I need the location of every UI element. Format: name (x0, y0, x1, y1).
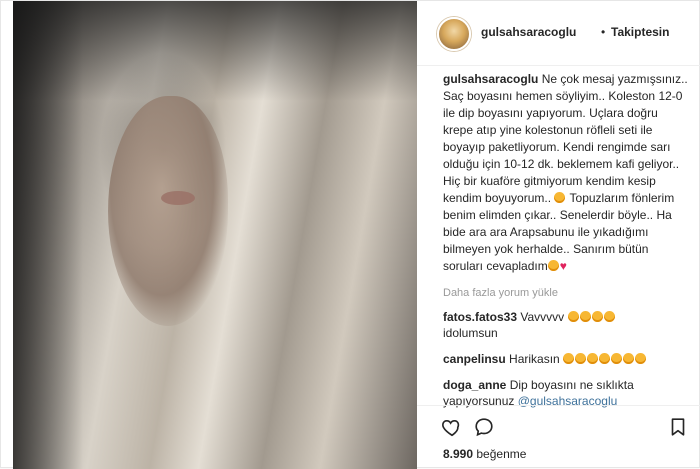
action-bar (417, 405, 700, 438)
comment-text-2: idolumsun (443, 326, 498, 340)
avatar[interactable] (437, 17, 471, 51)
likes-label: beğenme (476, 447, 527, 461)
comment-username[interactable]: canpelinsu (443, 352, 506, 366)
emoji-icon (554, 192, 566, 203)
emoji-icon (587, 353, 599, 364)
comment-username[interactable]: fatos.fatos33 (443, 310, 517, 324)
comment-text: Harikasın (509, 352, 560, 366)
bookmark-icon[interactable] (667, 416, 689, 438)
comment-item: canpelinsu Harikasın (443, 351, 689, 367)
heart-outline-icon[interactable] (441, 416, 463, 438)
emoji-icon (635, 353, 647, 364)
post-header: gulsahsaracoglu • Takiptesin (417, 1, 700, 66)
load-more-comments[interactable]: Daha fazla yorum yükle (443, 287, 689, 299)
caption-text: Ne çok mesaj yazmışsınız.. Saç boyasını … (443, 72, 688, 205)
emoji-icon (547, 260, 559, 271)
emoji-icon (623, 353, 635, 364)
photo-left-shadow (13, 1, 83, 469)
likes-number: 8.990 (443, 447, 474, 461)
heart-emoji-icon: ♥ (559, 259, 567, 273)
post-sidebar: gulsahsaracoglu • Takiptesin gulsahsarac… (417, 1, 700, 469)
post-photo[interactable] (13, 1, 417, 469)
emoji-icon (579, 311, 591, 322)
comment-text: Vavvvvv (520, 310, 565, 324)
caption-username[interactable]: gulsahsaracoglu (443, 72, 538, 86)
follow-status[interactable]: Takiptesin (611, 25, 669, 39)
lips (161, 191, 195, 205)
emoji-icon (599, 353, 611, 364)
emoji-icon (575, 353, 587, 364)
header-separator: • (601, 25, 606, 39)
emoji-icon (603, 311, 615, 322)
emoji-icon (611, 353, 623, 364)
face-area (108, 96, 228, 326)
comments-area: gulsahsaracoglu Ne çok mesaj yazmışsınız… (443, 71, 689, 409)
speech-bubble-icon[interactable] (473, 416, 495, 438)
instagram-post: gulsahsaracoglu • Takiptesin gulsahsarac… (0, 0, 700, 469)
comment-username[interactable]: doga_anne (443, 378, 506, 392)
emoji-icon (563, 353, 575, 364)
likes-count[interactable]: 8.990 beğenme (443, 447, 526, 461)
header-username[interactable]: gulsahsaracoglu (481, 25, 576, 39)
comment-item: fatos.fatos33 Vavvvvv idolumsun (443, 309, 689, 341)
caption: gulsahsaracoglu Ne çok mesaj yazmışsınız… (443, 71, 689, 275)
emoji-icon (567, 311, 579, 322)
emoji-icon (591, 311, 603, 322)
